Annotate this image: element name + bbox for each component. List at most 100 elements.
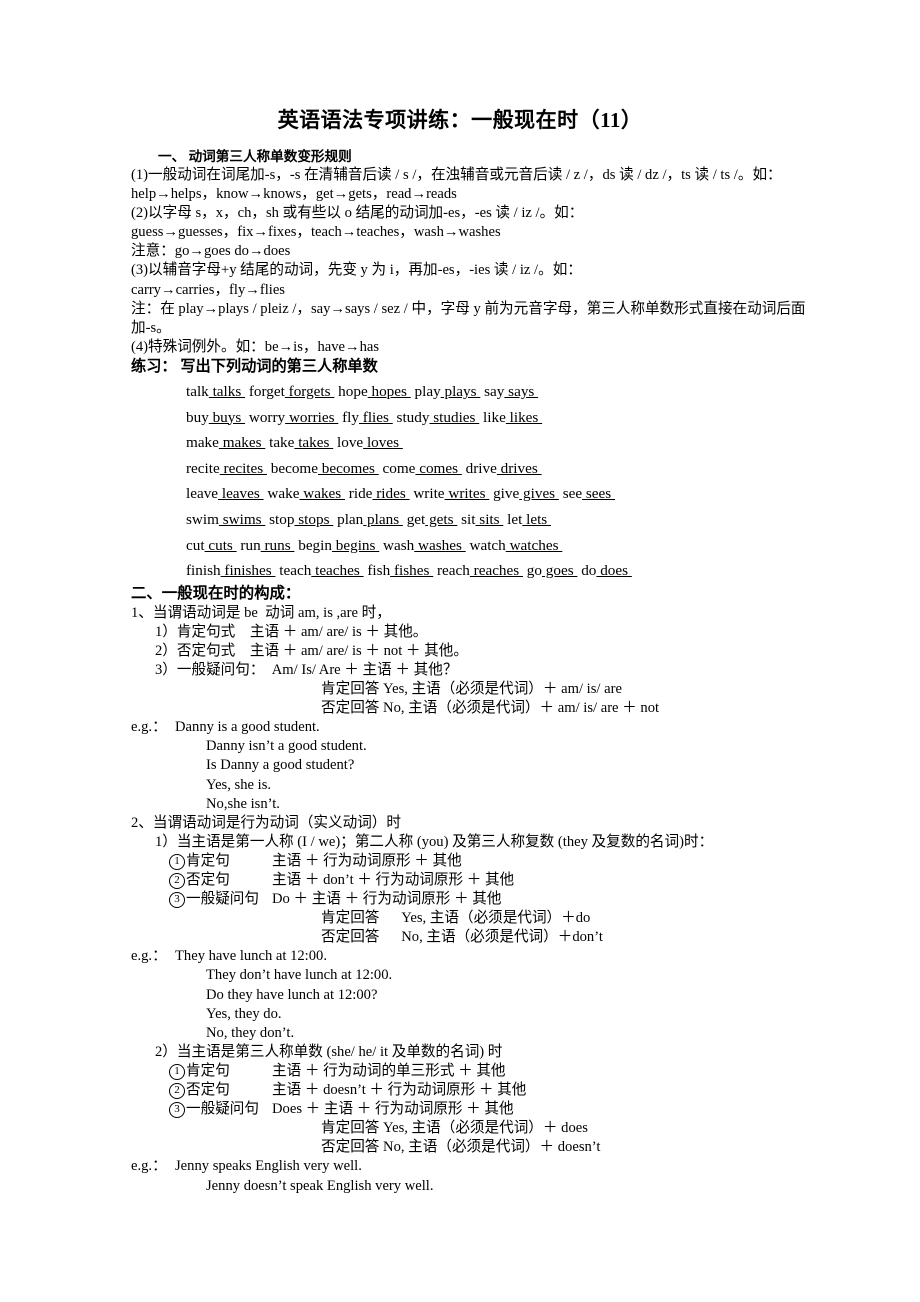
sub-2-label: 2）当主语是第三人称单数 (she/ he/ it 及单数的名词) 时 (155, 1043, 503, 1060)
page-title: 英语语法专项讲练：一般现在时（11） (277, 108, 643, 132)
verb-answer-blank[interactable]: lets (522, 511, 551, 528)
verb-answer-blank[interactable]: likes (506, 409, 542, 426)
verb-base: fly (342, 408, 359, 426)
document-body: 一、 动词第三人称单数变形规则 (1)一般动词在词尾加-s，-s 在清辅音后读 … (0, 134, 920, 1196)
verb-base: say (484, 382, 505, 400)
verb-answer-blank[interactable]: swims (219, 511, 265, 528)
verb-answer-blank[interactable]: teaches (311, 562, 363, 579)
rule-line: (4)特殊词例外。如：be→is，have→has (131, 338, 380, 355)
verb-base: leave (186, 485, 219, 503)
verb-answer-blank[interactable]: runs (261, 537, 295, 554)
verb-answer-blank[interactable]: plans (363, 511, 403, 528)
circled-number-icon: 1 (169, 853, 185, 870)
verb-answer-blank[interactable]: sees (582, 485, 615, 502)
verb-answer-blank[interactable]: begins (332, 537, 379, 554)
section-1-rules: (1)一般动词在词尾加-s，-s 在清辅音后读 / s /，在浊辅音或元音后读 … (131, 166, 808, 357)
eg-label: e.g.： (131, 719, 167, 736)
sub-1-forms: 1 肯定句 主语 ＋ 行为动词原形 ＋ 其他 2 否定句 主语 ＋ don’t ＋ 行为动… (131, 852, 808, 909)
verb-base: cut (186, 536, 205, 554)
does-answer-line: 肯定回答 Yes, 主语（必须是代词）＋ does (321, 1120, 588, 1137)
verb-answer-blank[interactable]: hopes (368, 383, 411, 400)
exercise-row: leave leaves wake wakes ride rides write… (186, 481, 808, 507)
example-sentence: No, they don’t. (206, 1024, 295, 1041)
verb-base: wash (383, 536, 415, 554)
verb-answer-blank[interactable]: studies (429, 409, 479, 426)
verb-answer-blank[interactable]: plays (441, 383, 481, 400)
verb-base: begin (298, 536, 332, 554)
verb-base: play (414, 382, 441, 400)
verb-answer-blank[interactable]: stops (294, 511, 333, 528)
verb-answer-blank[interactable]: finishes (221, 562, 276, 579)
verb-base: talk (186, 382, 209, 400)
rule-line: 注意：go→goes do→does (131, 243, 291, 260)
verb-answer-blank[interactable]: flies (359, 409, 393, 426)
example-sentence: Yes, she is. (206, 776, 272, 793)
circled-number-icon: 1 (169, 1063, 185, 1080)
circled-number-icon: 3 (169, 892, 185, 909)
verb-base: go (526, 562, 542, 580)
verb-answer-blank[interactable]: gets (425, 511, 457, 528)
verb-answer-blank[interactable]: worries (285, 409, 338, 426)
be-form-line: 2）否定句式 主语 ＋ am/ are/ is ＋ not ＋ 其他。 (155, 642, 468, 659)
verb-answer-blank[interactable]: makes (219, 434, 265, 451)
verb-answer-blank[interactable]: forgets (285, 383, 335, 400)
be-form-line: 1）肯定句式 主语 ＋ am/ are/ is ＋ 其他。 (155, 623, 428, 640)
verb-answer-blank[interactable]: fishes (390, 562, 433, 579)
verb-answer-blank[interactable]: becomes (318, 460, 379, 477)
example-sentence: Danny is a good student. (175, 719, 320, 736)
verb-base: study (396, 408, 430, 426)
example-sentence: Jenny speaks English very well. (175, 1158, 362, 1175)
verb-answer-blank[interactable]: buys (209, 409, 245, 426)
verb-base: become (270, 459, 318, 477)
exercise-list: talk talks forget forgets hope hopes pla… (131, 377, 808, 584)
circled-number-icon: 3 (169, 1102, 185, 1119)
be-example-block: e.g.： Danny is a good student. Danny isn’… (131, 718, 808, 813)
verb-base: fish (367, 562, 391, 580)
be-answer-line: 肯定回答 Yes, 主语（必须是代词）＋ am/ is/ are (321, 681, 622, 698)
verb-answer-blank[interactable]: loves (363, 434, 403, 451)
verb-answer-blank[interactable]: wakes (299, 485, 345, 502)
example-sentence: Danny isn’t a good student. (206, 738, 367, 755)
form-name: 肯定句 (186, 852, 230, 869)
sub-2-forms: 1 肯定句 主语 ＋ 行为动词的单三形式 ＋ 其他 2 否定句 主语 ＋ doesn’t … (131, 1062, 808, 1119)
form-rule: Do ＋ 主语 ＋ 行为动词原形 ＋ 其他 (272, 891, 502, 908)
verb-answer-blank[interactable]: talks (209, 383, 245, 400)
verb-answer-blank[interactable]: drives (497, 460, 542, 477)
verb-base: do (581, 562, 597, 580)
verb-answer-blank[interactable]: rides (372, 485, 409, 502)
verb-answer-blank[interactable]: cuts (205, 537, 237, 554)
verb-answer-blank[interactable]: writes (445, 485, 490, 502)
verb-base: run (240, 536, 261, 554)
verb-answer-blank[interactable]: sits (475, 511, 503, 528)
form-rule: 主语 ＋ 行为动词原形 ＋ 其他 (272, 852, 462, 869)
form-name: 一般疑问句 (186, 1101, 259, 1118)
verb-base: stop (269, 510, 295, 528)
verb-answer-blank[interactable]: goes (542, 562, 577, 579)
verb-base: forget (248, 382, 285, 400)
rule-line: (3)以辅音字母+y 结尾的动词，先变 y 为 i，再加-es，-ies 读 /… (131, 262, 582, 279)
verb-base: like (483, 408, 506, 426)
document-page: 英语语法专项讲练：一般现在时（11） 一、 动词第三人称单数变形规则 (1)一般… (0, 0, 920, 1302)
verb-answer-blank[interactable]: watches (506, 537, 563, 554)
verb-answer-blank[interactable]: does (596, 562, 631, 579)
exercise-row: buy buys worry worries fly flies study s… (186, 405, 808, 431)
verb-answer-blank[interactable]: washes (414, 537, 465, 554)
verb-answer-blank[interactable]: says (504, 383, 538, 400)
verb-form-line: 1 肯定句 主语 ＋ 行为动词原形 ＋ 其他 (169, 852, 808, 871)
do-answer-line: 否定回答 No, 主语（必须是代词）＋don’t (321, 929, 603, 946)
verb-base: take (269, 434, 295, 452)
eg-label: e.g.： (131, 1158, 167, 1175)
verb-base: give (493, 485, 520, 503)
example-sentence: Yes, they do. (206, 1005, 282, 1022)
verb-answer-blank[interactable]: reaches (470, 562, 523, 579)
verb-answer-blank[interactable]: gives (519, 485, 559, 502)
verb-answer-blank[interactable]: leaves (218, 485, 264, 502)
example-sentence: They don’t have lunch at 12:00. (206, 967, 393, 984)
rule-line: guess→guesses，fix→fixes，teach→teaches，wa… (131, 224, 501, 241)
verb-answer-blank[interactable]: comes (415, 460, 461, 477)
verb-form-line: 1 肯定句 主语 ＋ 行为动词的单三形式 ＋ 其他 (169, 1062, 808, 1081)
verb-answer-blank[interactable]: recites (220, 460, 267, 477)
verb-base: sit (461, 510, 476, 528)
verb-answer-blank[interactable]: takes (294, 434, 333, 451)
sub-1-label: 1）当主语是第一人称 (I / we)；第二人称 (you) 及第三人称复数 (… (155, 833, 714, 850)
